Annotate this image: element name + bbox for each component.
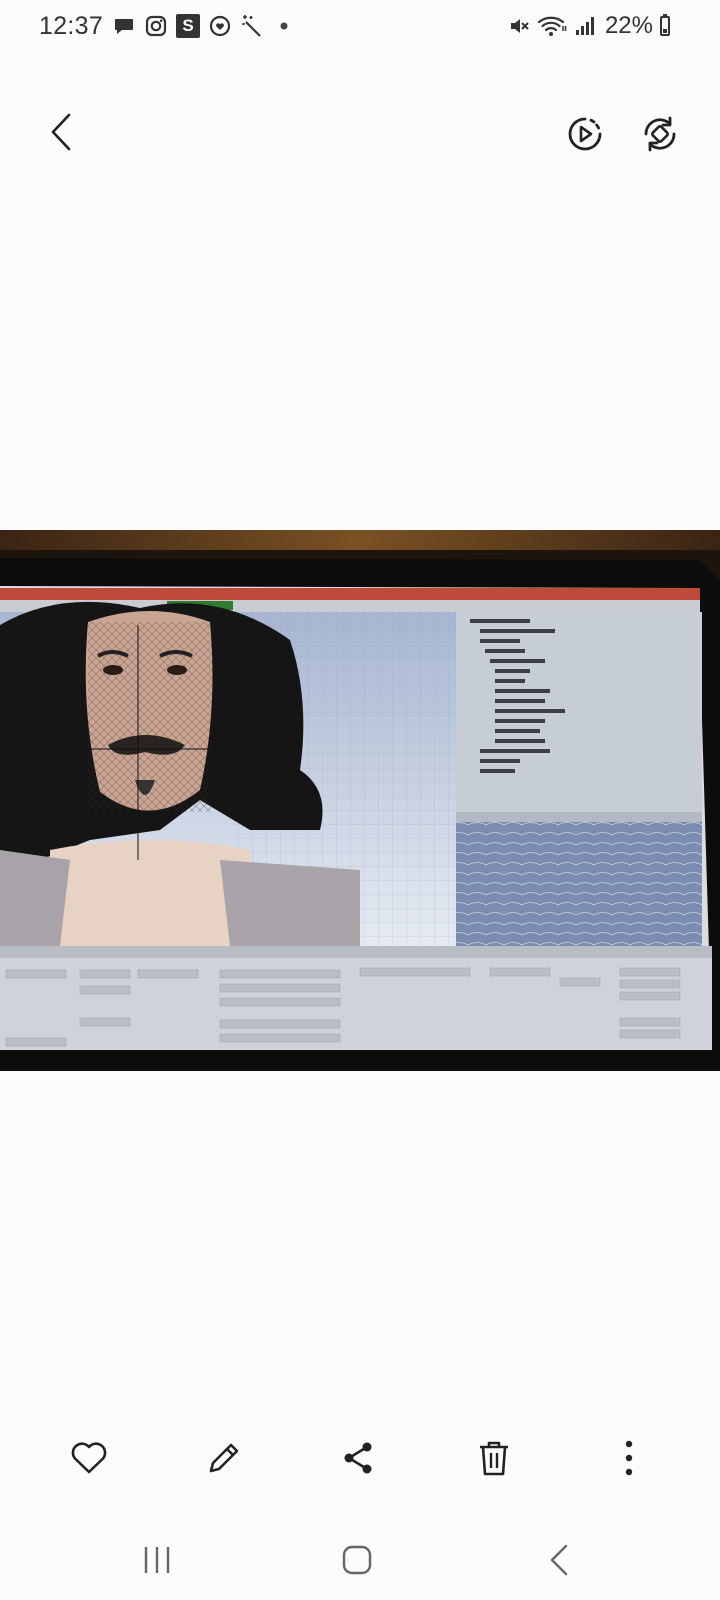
home-icon	[342, 1545, 372, 1575]
battery-icon	[660, 14, 670, 36]
recent-apps-icon	[144, 1547, 170, 1573]
delete-icon	[480, 1441, 508, 1476]
system-status: 22%	[508, 12, 670, 40]
status-bar: 12:37 S 22%	[0, 0, 720, 54]
chat-icon	[112, 14, 136, 38]
favorite-button[interactable]	[58, 1427, 120, 1489]
notification-icons: S	[112, 12, 296, 40]
rotate-button[interactable]	[638, 112, 682, 156]
edit-button[interactable]	[193, 1427, 255, 1489]
wifi-icon	[537, 14, 567, 38]
back-nav-icon	[550, 1544, 568, 1576]
battery-percent: 22%	[604, 12, 653, 39]
home-button[interactable]	[322, 1530, 392, 1590]
heart-face-icon	[208, 14, 232, 38]
motion-photo-button[interactable]	[563, 112, 607, 156]
s-app-icon: S	[176, 14, 200, 38]
chevron-left-icon	[51, 113, 71, 151]
favorite-icon	[71, 1442, 107, 1474]
system-nav-bar	[0, 1530, 720, 1590]
back-nav-button[interactable]	[524, 1530, 594, 1590]
status-time: 12:37	[39, 12, 104, 40]
more-icon	[625, 1440, 633, 1476]
dot-icon	[272, 14, 296, 38]
recent-apps-button[interactable]	[122, 1530, 192, 1590]
bottom-toolbar	[0, 1427, 720, 1489]
motion-photo-play-icon	[568, 117, 602, 151]
back-button[interactable]	[40, 110, 84, 154]
instagram-icon	[144, 14, 168, 38]
magic-wand-icon	[240, 14, 264, 38]
mute-icon	[508, 15, 530, 37]
edit-icon	[209, 1443, 239, 1473]
more-button[interactable]	[598, 1427, 660, 1489]
rotate-icon	[644, 116, 676, 152]
delete-button[interactable]	[463, 1427, 525, 1489]
blender-screenshot	[0, 530, 720, 1071]
share-button[interactable]	[327, 1427, 389, 1489]
signal-icon	[574, 15, 596, 37]
share-icon	[344, 1442, 372, 1474]
photo-viewer[interactable]	[0, 530, 720, 1071]
